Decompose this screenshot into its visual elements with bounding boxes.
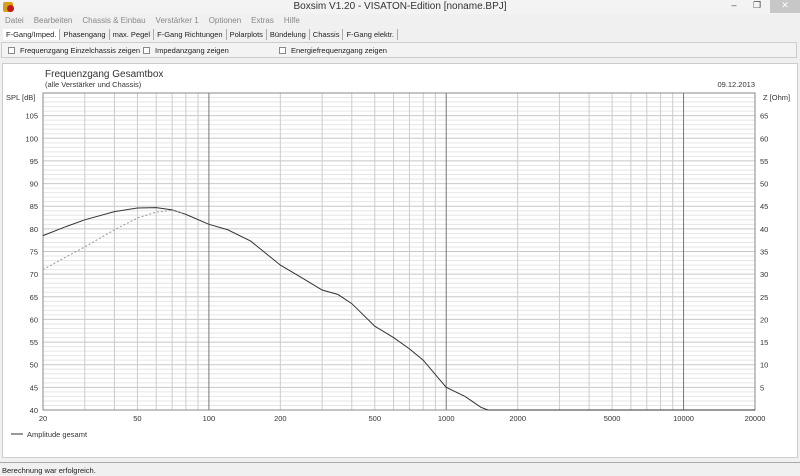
x-tick-label: 20000 [745, 414, 766, 423]
tab-phasengang[interactable]: Phasengang [60, 28, 110, 40]
y-axis-label: SPL [dB] [6, 93, 35, 102]
menu-optionen[interactable]: Optionen [209, 16, 241, 25]
y-tick-label: 50 [30, 361, 38, 370]
y2-tick-label: 35 [760, 248, 768, 257]
menu-verstaerker[interactable]: Verstärker 1 [156, 16, 199, 25]
tab-fgang-imped[interactable]: F-Gang/Imped. [3, 28, 61, 40]
menu-hilfe[interactable]: Hilfe [284, 16, 300, 25]
y2-axis-label: Z [Ohm] [763, 93, 790, 102]
x-tick-label: 200 [274, 414, 287, 423]
menu-extras[interactable]: Extras [251, 16, 274, 25]
menu-bearbeiten[interactable]: Bearbeiten [34, 16, 73, 25]
tab-fgang-richtungen[interactable]: F-Gang Richtungen [154, 28, 227, 40]
y2-tick-label: 15 [760, 338, 768, 347]
y-tick-label: 55 [30, 338, 38, 347]
tab-max-pegel[interactable]: max. Pegel [109, 28, 155, 40]
y2-tick-label: 30 [760, 270, 768, 279]
checkbox[interactable] [8, 46, 15, 54]
y2-tick-label: 45 [760, 202, 768, 211]
y2-tick-label: 50 [760, 180, 768, 189]
y-tick-label: 65 [30, 293, 38, 302]
x-tick-label: 50 [133, 414, 141, 423]
minimize-button[interactable]: – [724, 0, 744, 13]
y-tick-label: 75 [30, 248, 38, 257]
tab-bar: F-Gang/Imped. Phasengang max. Pegel F-Ga… [0, 27, 800, 41]
x-tick-label: 1000 [438, 414, 455, 423]
option-label: Frequenzgang Einzelchassis zeigen [20, 45, 141, 55]
plot-panel: Frequenzgang Gesamtbox (alle Verstärker … [2, 63, 798, 458]
x-tick-label: 500 [369, 414, 382, 423]
x-tick-label: 20 [39, 414, 47, 423]
x-tick-label: 100 [203, 414, 216, 423]
y-tick-label: 70 [30, 270, 38, 279]
y-tick-label: 85 [30, 202, 38, 211]
y-tick-label: 60 [30, 315, 38, 324]
menu-chassis[interactable]: Chassis & Einbau [82, 16, 145, 25]
option-label: Energiefrequenzgang zeigen [291, 45, 387, 55]
tab-polarplots[interactable]: Polarplots [226, 28, 267, 40]
menu-datei[interactable]: Datei [5, 16, 24, 25]
y-tick-label: 45 [30, 383, 38, 392]
option-label: Impedanzgang zeigen [155, 45, 229, 55]
title-bar: Boxsim V1.20 - VISATON-Edition [noname.B… [0, 0, 800, 14]
tab-chassis[interactable]: Chassis [309, 28, 344, 40]
x-tick-label: 2000 [509, 414, 526, 423]
legend-amplitude: Amplitude gesamt [27, 430, 88, 439]
y-tick-label: 105 [25, 112, 38, 121]
option-energie[interactable]: Energiefrequenzgang zeigen [279, 46, 387, 55]
window-title: Boxsim V1.20 - VISATON-Edition [noname.B… [293, 1, 507, 12]
y2-tick-label: 5 [760, 383, 764, 392]
chart-date: 09.12.2013 [717, 80, 755, 89]
x-tick-label: 5000 [604, 414, 621, 423]
x-tick-label: 10000 [673, 414, 694, 423]
close-button[interactable]: ✕ [770, 0, 800, 13]
y2-tick-label: 10 [760, 361, 768, 370]
options-bar: Frequenzgang Einzelchassis zeigen Impeda… [1, 42, 797, 58]
y-tick-label: 100 [25, 134, 38, 143]
option-einzelchassis[interactable]: Frequenzgang Einzelchassis zeigen [8, 46, 140, 55]
chart-subtitle: (alle Verstärker und Chassis) [45, 80, 142, 89]
option-impedanz[interactable]: Impedanzgang zeigen [143, 46, 229, 55]
menu-bar: Datei Bearbeiten Chassis & Einbau Verstä… [0, 14, 800, 27]
chart-title: Frequenzgang Gesamtbox [45, 69, 163, 80]
y2-tick-label: 60 [760, 134, 768, 143]
y-tick-label: 95 [30, 157, 38, 166]
checkbox[interactable] [279, 46, 286, 54]
tab-fgang-elektr[interactable]: F-Gang elektr. [343, 28, 399, 40]
y2-tick-label: 65 [760, 112, 768, 121]
y-tick-label: 80 [30, 225, 38, 234]
y2-tick-label: 55 [760, 157, 768, 166]
y2-tick-label: 25 [760, 293, 768, 302]
y2-tick-label: 20 [760, 315, 768, 324]
y-tick-label: 40 [30, 406, 38, 415]
maximize-button[interactable]: ❐ [747, 0, 767, 13]
frequency-response-chart: Frequenzgang Gesamtbox (alle Verstärker … [6, 69, 790, 439]
tab-buendelung[interactable]: Bündelung [266, 28, 310, 40]
y2-tick-label: 40 [760, 225, 768, 234]
checkbox[interactable] [143, 46, 150, 54]
status-bar: Berechnung war erfolgreich. [0, 462, 800, 476]
y-tick-label: 90 [30, 180, 38, 189]
